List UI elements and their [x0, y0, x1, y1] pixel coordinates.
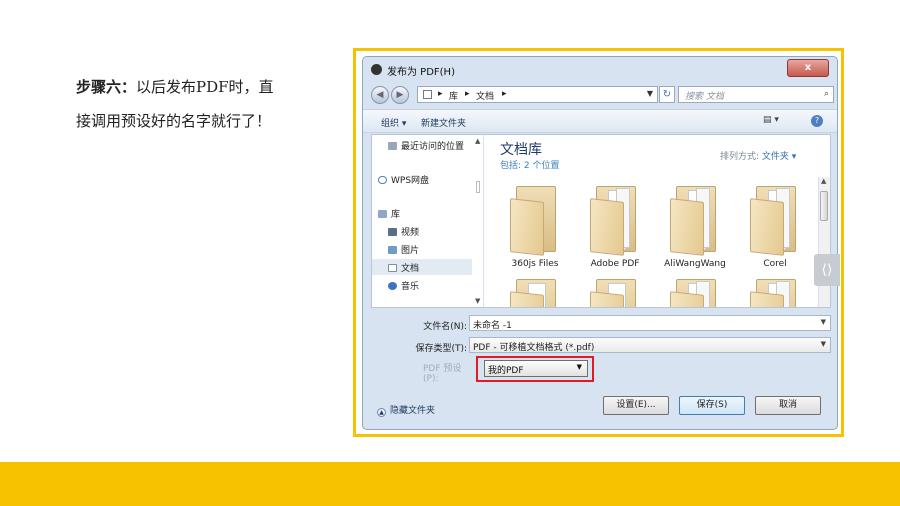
- chevron-down-icon[interactable]: ▼: [647, 89, 653, 98]
- filename-value: 未命名 -1: [473, 321, 512, 331]
- scroll-thumb[interactable]: [476, 181, 480, 193]
- navigation-row: ◀ ▶ ▸ 库 ▸ 文档 ▸ ▼ ↻ 搜索 文档 ⌕: [363, 83, 837, 107]
- help-icon[interactable]: ?: [811, 115, 823, 127]
- chevron-down-icon[interactable]: ▼: [577, 363, 582, 371]
- save-options: 文件名(N): 未命名 -1 ▼ 保存类型(T): PDF - 可移植文档格式 …: [371, 310, 831, 364]
- chevron-right-icon: ▸: [465, 89, 470, 99]
- library-title: 文档库: [500, 142, 542, 158]
- browser-pane: 最近访问的位置 WPS网盘 库 视频 图片 文档 音乐 ▲ ▼ 文档库 包括: …: [371, 134, 831, 308]
- bottom-accent-bar: [0, 462, 900, 506]
- save-button[interactable]: 保存(S): [679, 396, 745, 415]
- search-icon: ⌕: [823, 89, 829, 99]
- hide-folders-toggle[interactable]: ▲ 隐藏文件夹: [377, 403, 435, 417]
- step-label: 步骤六：: [76, 78, 137, 96]
- folder-icon[interactable]: [750, 275, 800, 307]
- settings-button[interactable]: 设置(E)...: [603, 396, 669, 415]
- navigation-pane: 最近访问的位置 WPS网盘 库 视频 图片 文档 音乐 ▲ ▼: [372, 135, 484, 307]
- folder-icon[interactable]: [750, 182, 800, 256]
- cancel-button[interactable]: 取消: [755, 396, 821, 415]
- library-icon: [378, 210, 387, 218]
- nav-selection-highlight: [372, 259, 472, 275]
- breadcrumb-documents[interactable]: 文档: [476, 89, 494, 102]
- filetype-select[interactable]: PDF - 可移植文档格式 (*.pdf) ▼: [469, 337, 831, 353]
- recent-icon: [388, 142, 397, 150]
- preset-label: PDF 预设(P):: [423, 364, 462, 384]
- content-scrollbar[interactable]: ▲: [818, 177, 830, 307]
- folder-icon[interactable]: [590, 275, 640, 307]
- side-tool-icon[interactable]: ⟨⟩: [814, 254, 840, 286]
- folder-icon[interactable]: [510, 182, 560, 256]
- preset-value: 我的PDF: [488, 366, 524, 376]
- folder-icon[interactable]: [510, 275, 560, 307]
- folder-icon[interactable]: [670, 182, 720, 256]
- picture-icon: [388, 246, 397, 254]
- nav-item-music[interactable]: 音乐: [388, 279, 419, 292]
- chevron-right-icon: ▸: [438, 89, 443, 99]
- filename-label: 文件名(N):: [423, 322, 467, 332]
- address-bar[interactable]: ▸ 库 ▸ 文档 ▸ ▼: [417, 86, 658, 103]
- view-options-icon[interactable]: ▤ ▾: [763, 115, 779, 125]
- publish-pdf-dialog: 发布为 PDF(H) x ◀ ▶ ▸ 库 ▸ 文档 ▸ ▼ ↻ 搜索 文档 ⌕ …: [362, 56, 838, 430]
- new-folder-button[interactable]: 新建文件夹: [421, 116, 466, 129]
- close-button[interactable]: x: [787, 59, 829, 77]
- dialog-titlebar: 发布为 PDF(H) x: [363, 57, 837, 81]
- file-list: 文档库 包括: 2 个位置 排列方式: 文件夹 ▾ 360js Files Ad…: [484, 135, 830, 307]
- search-placeholder: 搜索 文档: [685, 92, 724, 102]
- nav-item-wps-cloud[interactable]: WPS网盘: [378, 173, 429, 186]
- filetype-value: PDF - 可移植文档格式 (*.pdf): [473, 343, 595, 353]
- scroll-down-icon[interactable]: ▼: [475, 297, 480, 305]
- folder-icon[interactable]: [590, 182, 640, 256]
- nav-item-library[interactable]: 库: [378, 207, 400, 220]
- command-toolbar: 组织 ▾ 新建文件夹 ▤ ▾ ?: [363, 109, 837, 133]
- folder-label-corel[interactable]: Corel: [730, 259, 820, 269]
- nav-item-recent[interactable]: 最近访问的位置: [388, 139, 464, 152]
- folder-label-aliwangwang[interactable]: AliWangWang: [650, 259, 740, 269]
- nav-scrollbar[interactable]: ▲ ▼: [474, 135, 483, 307]
- instruction-line-1: 以后发布PDF时，直: [136, 78, 274, 96]
- folder-label-adobe-pdf[interactable]: Adobe PDF: [570, 259, 660, 269]
- scroll-up-icon[interactable]: ▲: [821, 177, 826, 185]
- folder-label-360js[interactable]: 360js Files: [490, 259, 580, 269]
- chevron-up-icon: ▲: [377, 408, 386, 417]
- nav-item-video[interactable]: 视频: [388, 225, 419, 238]
- refresh-icon[interactable]: ↻: [659, 86, 675, 103]
- nav-item-pictures[interactable]: 图片: [388, 243, 419, 256]
- chevron-down-icon[interactable]: ▼: [821, 318, 826, 326]
- cloud-icon: [378, 176, 387, 184]
- nav-item-documents[interactable]: 文档: [388, 261, 419, 274]
- instruction-text: 步骤六：以后发布PDF时，直 接调用预设好的名字就行了！: [76, 70, 336, 138]
- scroll-thumb[interactable]: [820, 191, 828, 221]
- folder-icon[interactable]: [670, 275, 720, 307]
- filetype-label: 保存类型(T):: [415, 344, 467, 354]
- folder-icon: [423, 90, 432, 99]
- filename-field[interactable]: 未命名 -1 ▼: [469, 315, 831, 331]
- scroll-up-icon[interactable]: ▲: [475, 137, 480, 145]
- pdf-preset-select[interactable]: 我的PDF ▼: [484, 360, 588, 377]
- document-icon: [388, 264, 397, 272]
- breadcrumb-library[interactable]: 库: [449, 89, 458, 102]
- instruction-line-2: 接调用预设好的名字就行了！: [76, 112, 272, 130]
- dialog-title: 发布为 PDF(H): [387, 67, 455, 78]
- chevron-right-icon: ▸: [502, 89, 507, 99]
- music-icon: [388, 282, 397, 290]
- library-subtitle[interactable]: 包括: 2 个位置: [500, 158, 559, 171]
- chevron-down-icon[interactable]: ▼: [821, 340, 826, 348]
- app-icon: [371, 64, 382, 75]
- back-icon[interactable]: ◀: [371, 86, 389, 104]
- video-icon: [388, 228, 397, 236]
- organize-button[interactable]: 组织 ▾: [381, 116, 406, 129]
- arrange-by[interactable]: 排列方式: 文件夹 ▾: [720, 149, 796, 162]
- search-input[interactable]: 搜索 文档 ⌕: [678, 86, 834, 103]
- forward-icon[interactable]: ▶: [391, 86, 409, 104]
